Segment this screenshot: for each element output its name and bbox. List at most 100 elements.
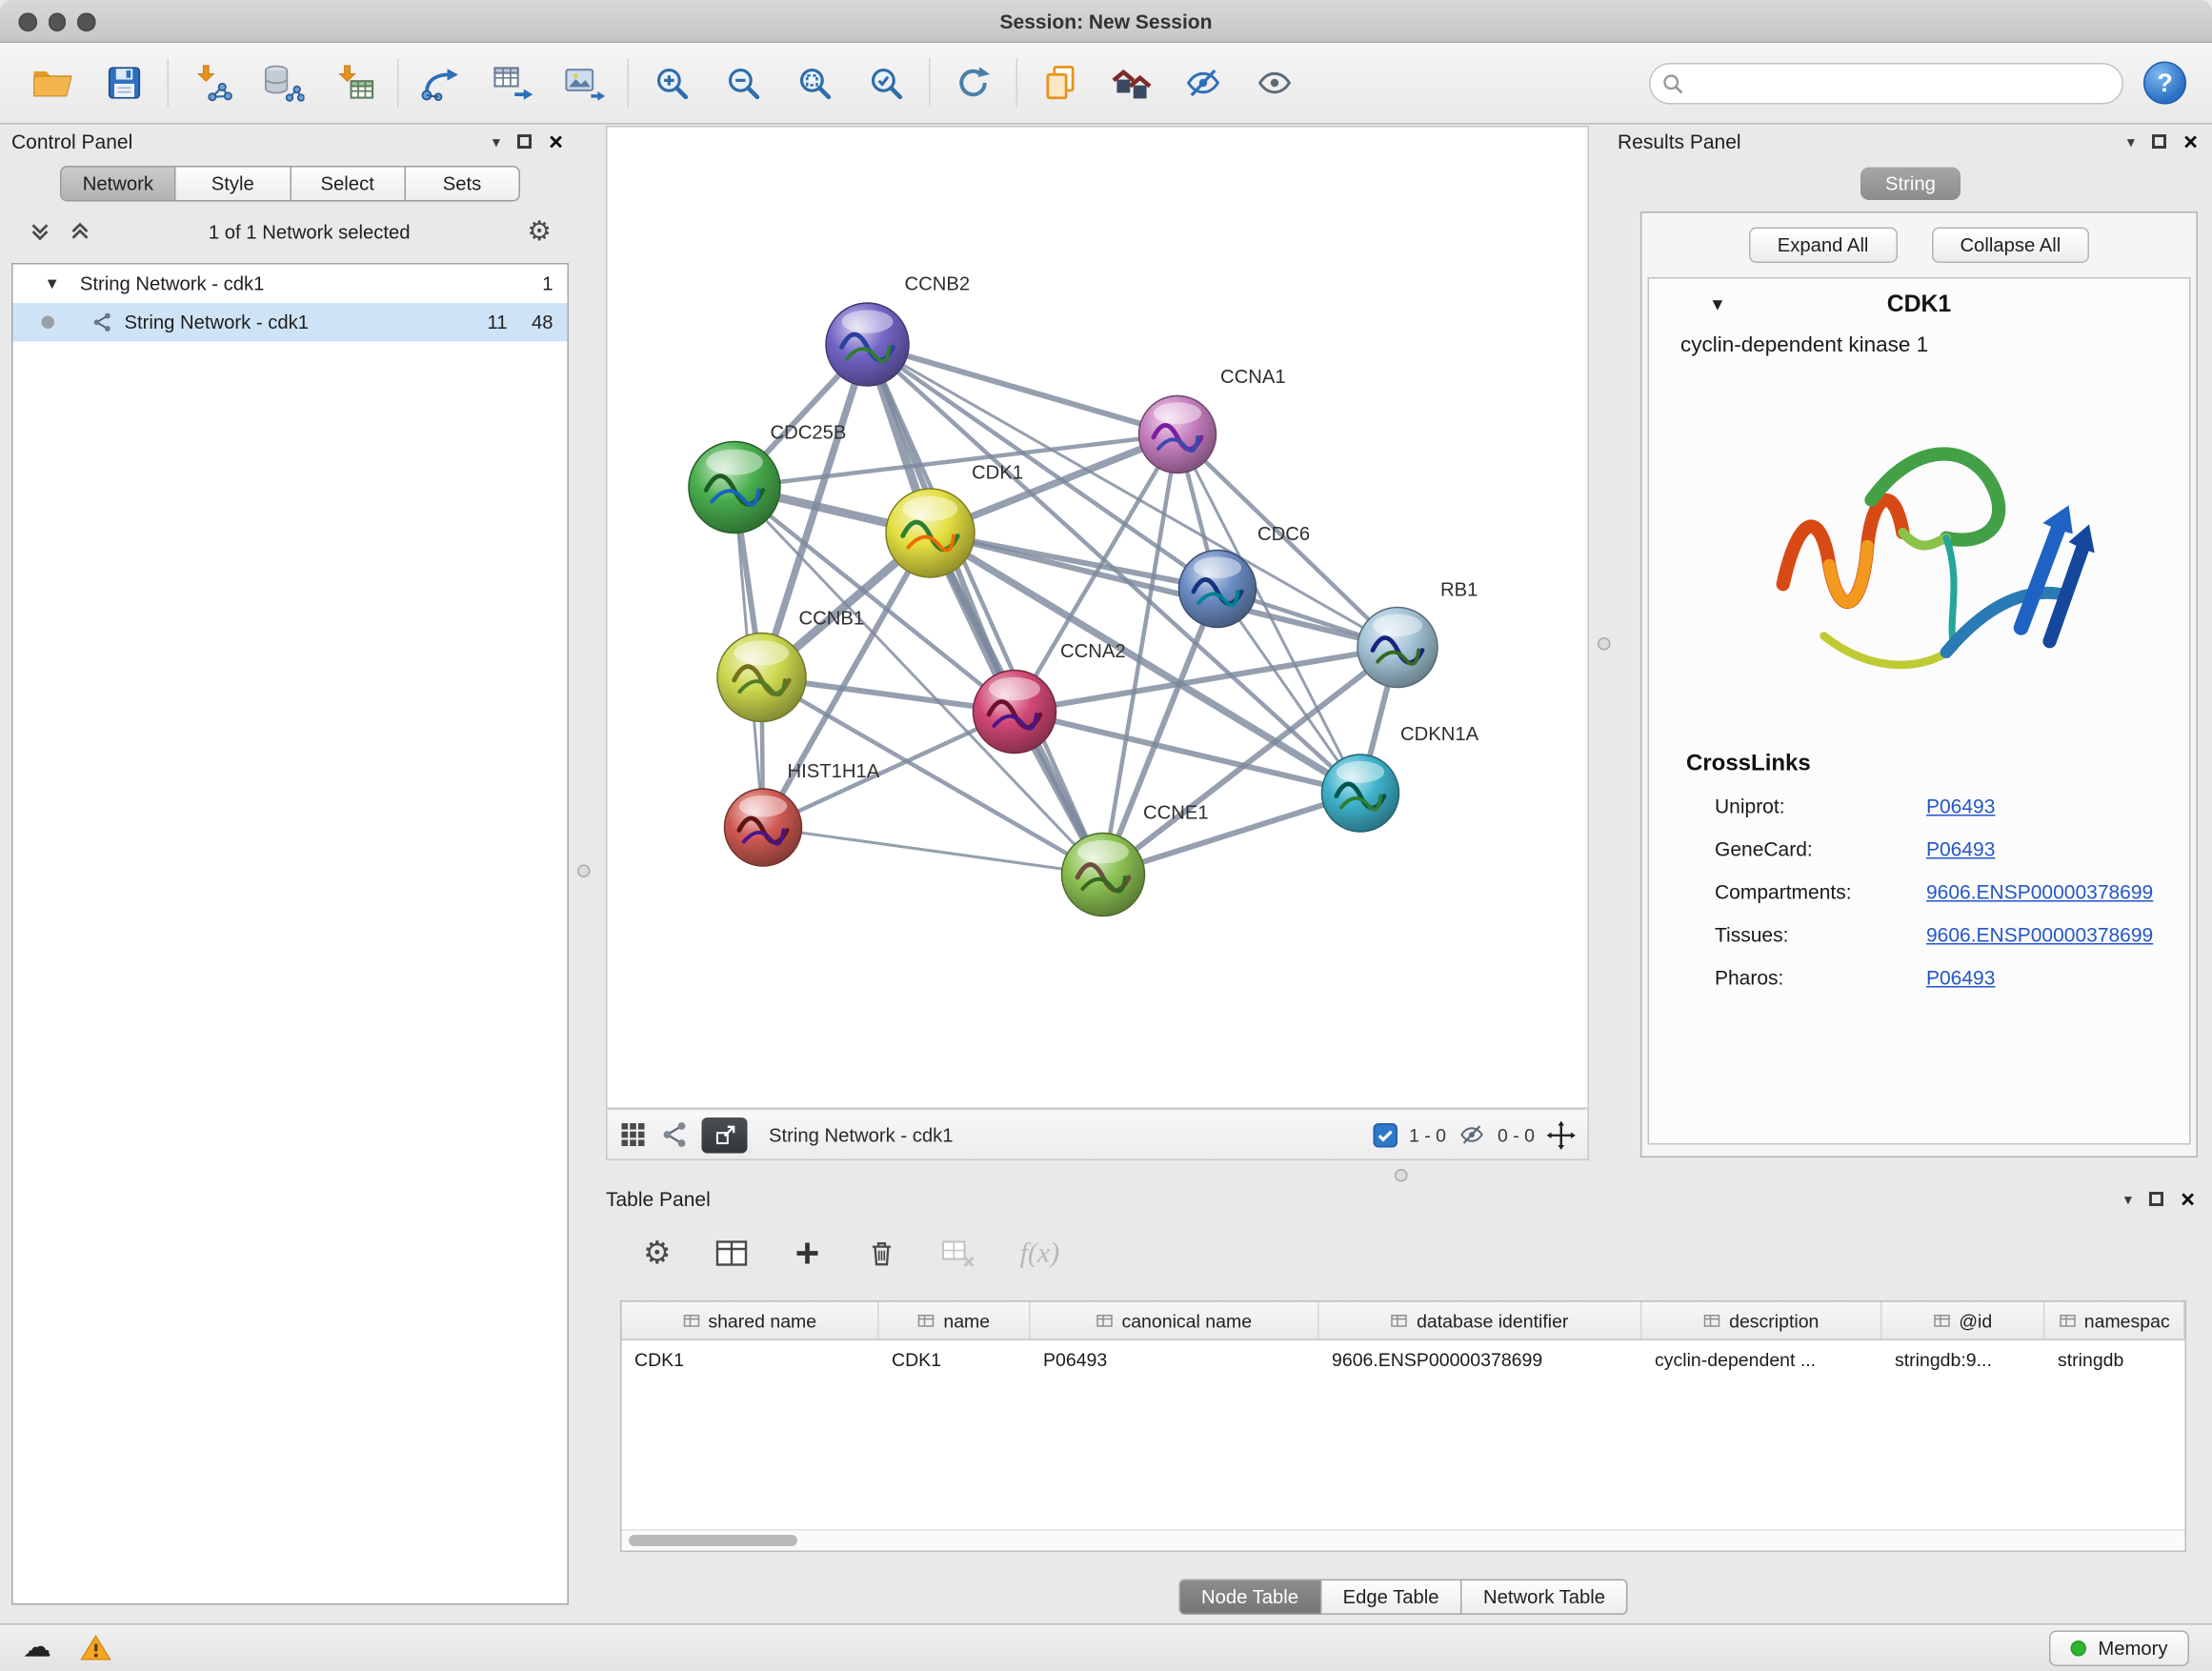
column-header[interactable]: namespac	[2045, 1302, 2185, 1339]
close-panel-icon[interactable]: ×	[549, 130, 563, 154]
collapse-all-networks-icon[interactable]	[69, 220, 91, 243]
warning-icon[interactable]	[80, 1634, 111, 1662]
column-header[interactable]: canonical name	[1031, 1302, 1319, 1339]
network-options-gear-icon[interactable]: ⚙	[527, 218, 552, 246]
tab-node-table[interactable]: Node Table	[1178, 1580, 1321, 1616]
vertical-splitter-handle[interactable]	[1598, 637, 1611, 651]
memory-button[interactable]: Memory	[2049, 1630, 2189, 1666]
cloud-icon[interactable]: ☁	[23, 1634, 51, 1662]
expand-all-button[interactable]: Expand All	[1749, 228, 1898, 264]
show-columns-icon[interactable]	[714, 1238, 749, 1269]
float-panel-icon[interactable]	[2152, 134, 2166, 149]
column-header[interactable]: description	[1642, 1302, 1882, 1339]
first-neighbors-button[interactable]	[1096, 50, 1168, 116]
table-row[interactable]: CDK1CDK1P064939606.ENSP00000378699cyclin…	[622, 1340, 2185, 1378]
table-cell: stringdb:9...	[1882, 1348, 2045, 1370]
network-row[interactable]: String Network - cdk1 11 48	[13, 303, 568, 342]
import-network-from-file-button[interactable]	[176, 50, 248, 116]
hidden-eye-slash-icon[interactable]	[1458, 1122, 1486, 1148]
hide-selection-button[interactable]	[1168, 50, 1239, 116]
refresh-view-button[interactable]	[937, 50, 1009, 116]
crosslink-link[interactable]: 9606.ENSP00000378699	[1926, 923, 2153, 946]
vertical-splitter-handle[interactable]	[577, 865, 591, 878]
results-panel: Results Panel ▾ × String Expand All Coll…	[1618, 126, 2203, 1163]
protein-description: cyclin-dependent kinase 1	[1649, 331, 2189, 358]
close-panel-icon[interactable]: ×	[2181, 1187, 2195, 1212]
tab-network-table[interactable]: Network Table	[1460, 1580, 1628, 1616]
network-node-ccna1[interactable]: CCNA1	[1139, 367, 1286, 473]
float-panel-icon[interactable]	[2149, 1192, 2163, 1206]
network-node-ccnb1[interactable]: CCNB1	[717, 609, 864, 722]
network-graph[interactable]: CCNB2CCNA1CDC25BCDK1CDC6RB1CCNB1CCNA2CDK…	[608, 128, 1588, 1108]
close-panel-icon[interactable]: ×	[2183, 130, 2198, 154]
zoom-window-button[interactable]	[77, 13, 95, 31]
copy-button[interactable]	[1025, 50, 1096, 116]
tab-select[interactable]: Select	[290, 166, 406, 202]
table-cell: CDK1	[622, 1348, 879, 1370]
show-all-button[interactable]	[1239, 50, 1311, 116]
panel-menu-icon[interactable]: ▾	[2127, 132, 2135, 151]
import-table-from-file-button[interactable]	[319, 50, 391, 116]
export-image-button[interactable]	[549, 50, 620, 116]
crosslink-link[interactable]: 9606.ENSP00000378699	[1926, 880, 2153, 903]
node-label: HIST1H1A	[788, 761, 880, 782]
network-edge[interactable]	[1015, 712, 1360, 794]
table-cell: 9606.ENSP00000378699	[1319, 1348, 1642, 1370]
tab-edge-table[interactable]: Edge Table	[1320, 1580, 1462, 1616]
panel-menu-icon[interactable]: ▾	[2124, 1190, 2132, 1209]
float-panel-icon[interactable]	[517, 134, 532, 149]
save-session-button[interactable]	[89, 50, 160, 116]
help-button[interactable]: ?	[2143, 62, 2186, 105]
table-settings-gear-icon[interactable]: ⚙	[643, 1238, 672, 1269]
crosslink-link[interactable]: P06493	[1926, 966, 1995, 989]
network-node-ccne1[interactable]: CCNE1	[1062, 803, 1209, 916]
fit-content-button[interactable]	[779, 50, 851, 116]
toolbar-search	[1649, 62, 2123, 104]
network-collection-row[interactable]: ▼ String Network - cdk1 1	[13, 265, 568, 304]
share-view-icon[interactable]	[660, 1120, 689, 1149]
network-node-rb1[interactable]: RB1	[1357, 580, 1478, 688]
network-edge[interactable]	[763, 828, 1103, 876]
column-header[interactable]: database identifier	[1319, 1302, 1642, 1339]
collapse-all-button[interactable]: Collapse All	[1931, 228, 2089, 264]
close-window-button[interactable]	[19, 13, 37, 31]
tab-network[interactable]: Network	[60, 166, 176, 202]
column-header[interactable]: shared name	[622, 1302, 879, 1339]
delete-column-trash-icon[interactable]	[866, 1238, 897, 1269]
detach-view-button[interactable]	[702, 1117, 748, 1153]
tab-sets[interactable]: Sets	[404, 166, 520, 202]
import-network-from-database-button[interactable]	[248, 50, 319, 116]
zoom-out-button[interactable]	[708, 50, 779, 116]
table-horizontal-scrollbar[interactable]	[622, 1529, 2185, 1551]
apply-layout-button[interactable]	[406, 50, 477, 116]
network-from-table-button[interactable]	[477, 50, 549, 116]
collection-expand-icon[interactable]: ▼	[45, 275, 60, 292]
selected-checkbox-icon[interactable]	[1373, 1122, 1398, 1147]
horizontal-splitter-handle[interactable]	[1395, 1169, 1408, 1182]
open-session-button[interactable]	[17, 50, 89, 116]
panel-menu-icon[interactable]: ▾	[493, 132, 500, 151]
column-header[interactable]: @id	[1882, 1302, 2045, 1339]
crosslink-link[interactable]: P06493	[1926, 837, 1995, 860]
pan-move-icon[interactable]	[1546, 1119, 1577, 1150]
add-column-plus-icon[interactable]	[792, 1238, 823, 1269]
tab-style[interactable]: Style	[174, 166, 291, 202]
grid-view-icon[interactable]	[619, 1120, 648, 1149]
column-header[interactable]: name	[879, 1302, 1031, 1339]
network-name: String Network - cdk1	[125, 312, 310, 333]
zoom-in-button[interactable]	[636, 50, 708, 116]
results-tab-string[interactable]: String	[1861, 168, 1961, 201]
crosslink-link[interactable]: P06493	[1926, 795, 1995, 817]
column-header-label: shared name	[708, 1310, 816, 1332]
network-node-cdkn1a[interactable]: CDKN1A	[1322, 724, 1479, 832]
network-node-hist1h1a[interactable]: HIST1H1A	[725, 761, 880, 866]
node-label: CCNA1	[1220, 367, 1286, 388]
network-node-cdk1[interactable]: CDK1	[886, 463, 1023, 577]
minimize-window-button[interactable]	[48, 13, 66, 31]
network-edge[interactable]	[868, 345, 1104, 876]
section-collapse-icon[interactable]: ▼	[1709, 294, 1726, 314]
search-input[interactable]	[1649, 62, 2123, 104]
expand-all-networks-icon[interactable]	[29, 220, 51, 243]
zoom-selected-button[interactable]	[851, 50, 922, 116]
scrollbar-thumb[interactable]	[629, 1535, 797, 1546]
